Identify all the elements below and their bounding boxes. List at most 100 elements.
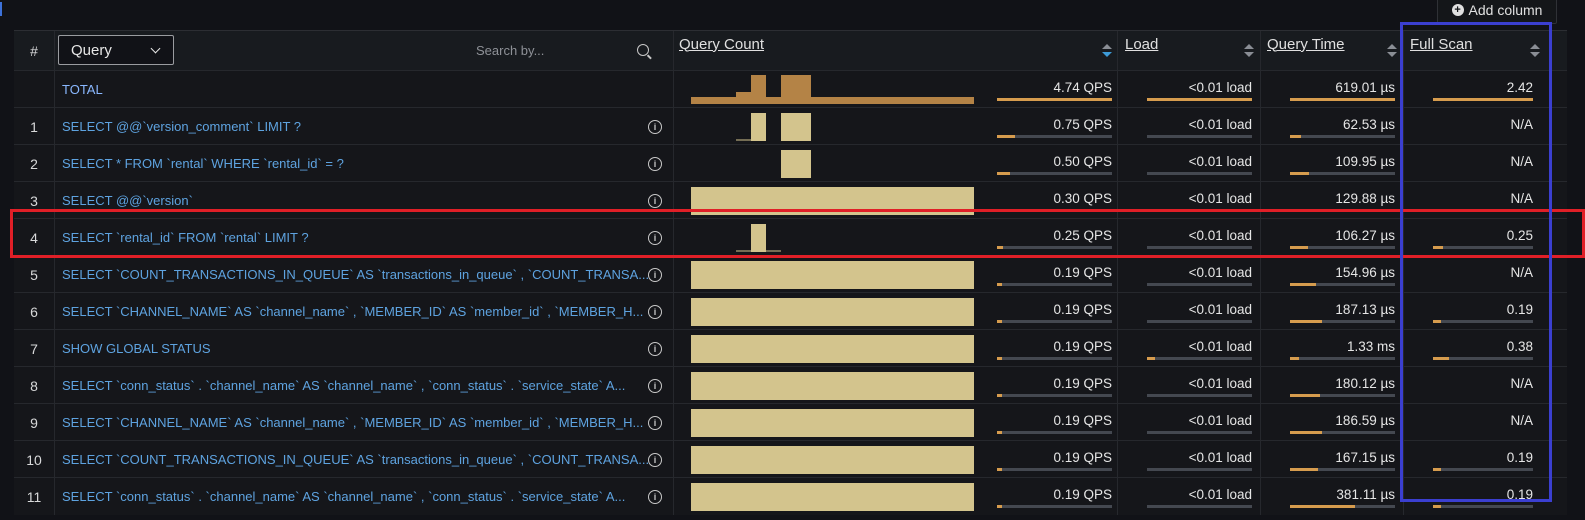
table-row[interactable]: 10 SELECT `COUNT_TRANSACTIONS_IN_QUEUE` A…: [14, 440, 1567, 478]
add-column-button[interactable]: + Add column: [1437, 0, 1557, 24]
query-count-sparkline: [736, 224, 781, 252]
info-icon[interactable]: i: [648, 156, 662, 171]
table-row[interactable]: 2 SELECT * FROM `rental` WHERE `rental_id…: [14, 144, 1567, 182]
bar-track-time: [1290, 505, 1395, 508]
query-count-sparkline: [691, 261, 974, 289]
info-icon[interactable]: i: [648, 415, 662, 430]
bar-fill-full-scan: [1433, 320, 1441, 323]
info-icon[interactable]: i: [648, 452, 662, 467]
search-input[interactable]: [474, 41, 628, 59]
value-qps: 0.75 QPS: [1053, 117, 1112, 132]
query-text-link[interactable]: SELECT `rental_id` FROM `rental` LIMIT ?: [62, 219, 662, 256]
search-field[interactable]: [474, 35, 659, 65]
sort-icon-full-scan[interactable]: [1529, 44, 1540, 58]
table-row[interactable]: 1 SELECT @@`version_comment` LIMIT ? i 0.75…: [14, 107, 1567, 145]
value-qps: 0.19 QPS: [1053, 413, 1112, 428]
table-row[interactable]: 6 SELECT `CHANNEL_NAME` AS `channel_name`…: [14, 292, 1567, 330]
query-text-link[interactable]: SELECT `COUNT_TRANSACTIONS_IN_QUEUE` AS …: [62, 441, 662, 478]
total-label[interactable]: TOTAL: [62, 71, 662, 108]
spark-bar-full: [691, 261, 974, 289]
query-text-link[interactable]: SELECT @@`version`: [62, 182, 662, 219]
info-icon[interactable]: i: [648, 304, 662, 319]
value-qps: 0.30 QPS: [1053, 191, 1112, 206]
value-full-scan: N/A: [1510, 154, 1533, 169]
table-row[interactable]: 9 SELECT `CHANNEL_NAME` AS `channel_name`…: [14, 403, 1567, 441]
bar-track-load: [1147, 505, 1252, 508]
info-icon[interactable]: i: [648, 230, 662, 245]
row-number: 9: [30, 414, 38, 431]
query-text-link[interactable]: SELECT `CHANNEL_NAME` AS `channel_name` …: [62, 293, 662, 330]
table-row[interactable]: 5 SELECT `COUNT_TRANSACTIONS_IN_QUEUE` AS…: [14, 255, 1567, 293]
bar-track-time: [1290, 431, 1395, 434]
bar-fill-time: [1290, 468, 1319, 471]
bar-fill-full-scan: [1433, 505, 1441, 508]
column-title-query-time[interactable]: Query Time: [1267, 36, 1345, 53]
bar-track-qps: [997, 320, 1112, 323]
row-number: 7: [30, 340, 38, 357]
table-row[interactable]: 8 SELECT `conn_status` . `channel_name` A…: [14, 366, 1567, 404]
search-icon[interactable]: [637, 44, 649, 56]
info-icon[interactable]: i: [648, 378, 662, 393]
bar-track-qps: [997, 505, 1112, 508]
spark-bar-full: [691, 187, 974, 215]
row-number: 6: [30, 303, 38, 320]
value-qps: 0.19 QPS: [1053, 302, 1112, 317]
bar-track-time: [1290, 246, 1395, 249]
column-title-full-scan[interactable]: Full Scan: [1410, 36, 1473, 53]
row-number: 8: [30, 377, 38, 394]
query-dimension-select[interactable]: Query: [58, 35, 174, 65]
value-load: <0.01 load: [1188, 302, 1252, 317]
bar-track-qps: [997, 394, 1112, 397]
info-icon[interactable]: i: [648, 119, 662, 134]
query-text-link[interactable]: SELECT `COUNT_TRANSACTIONS_IN_QUEUE` AS …: [62, 256, 662, 293]
bar-fill-qps: [997, 505, 1002, 508]
info-icon[interactable]: i: [648, 341, 662, 356]
value-time: 129.88 µs: [1335, 191, 1395, 206]
column-title-load[interactable]: Load: [1125, 36, 1158, 53]
query-text-link[interactable]: SELECT `conn_status` . `channel_name` AS…: [62, 478, 662, 515]
column-header-full-scan[interactable]: Full Scan: [1410, 24, 1473, 64]
spark-bar-full: [691, 298, 974, 326]
table-row[interactable]: 4 SELECT `rental_id` FROM `rental` LIMIT …: [14, 218, 1567, 256]
bar-track-time: [1290, 135, 1395, 138]
sort-icon-load[interactable]: [1243, 44, 1254, 58]
value-time: 167.15 µs: [1335, 450, 1395, 465]
query-text-link[interactable]: SELECT * FROM `rental` WHERE `rental_id`…: [62, 145, 662, 182]
table-row[interactable]: 11 SELECT `conn_status` . `channel_name` …: [14, 477, 1567, 515]
bar-track-time: [1290, 357, 1395, 360]
column-header-query-time[interactable]: Query Time: [1267, 24, 1345, 64]
bar-track-qps: [997, 468, 1112, 471]
spark-bar-full: [691, 483, 974, 511]
query-select-label: Query: [71, 41, 112, 59]
value-full-scan: N/A: [1510, 191, 1533, 206]
info-icon[interactable]: i: [648, 489, 662, 504]
bar-fill-qps: [997, 283, 1002, 286]
bar-track-load: [1147, 357, 1252, 360]
value-qps: 0.19 QPS: [1053, 487, 1112, 502]
bar-track-qps: [997, 357, 1112, 360]
value-full-scan: 2.42: [1506, 80, 1533, 95]
value-qps: 0.25 QPS: [1053, 228, 1112, 243]
column-header-query-count[interactable]: Query Count: [679, 24, 764, 64]
bar-track-load: [1147, 283, 1252, 286]
table-row[interactable]: 7 SHOW GLOBAL STATUS i 0.19 QPS <0.01 load 1.…: [14, 329, 1567, 367]
bar-track-full-scan: [1433, 246, 1533, 249]
value-time: 62.53 µs: [1342, 117, 1395, 132]
row-number: 1: [30, 118, 38, 135]
query-text-link[interactable]: SHOW GLOBAL STATUS: [62, 330, 662, 367]
query-text-link[interactable]: SELECT @@`version_comment` LIMIT ?: [62, 108, 662, 145]
info-icon[interactable]: i: [648, 267, 662, 282]
spark-bar-base: [691, 97, 974, 104]
sort-icon-query-count[interactable]: [1101, 44, 1112, 58]
column-title-query-count[interactable]: Query Count: [679, 36, 764, 53]
query-text-link[interactable]: SELECT `CHANNEL_NAME` AS `channel_name` …: [62, 404, 662, 441]
query-count-sparkline: [691, 75, 974, 104]
bar-fill-load: [1147, 357, 1156, 360]
total-row[interactable]: TOTAL 4.74 QPS <0.01 load 619.01 µs 2.42: [14, 70, 1567, 108]
add-column-label: Add column: [1468, 2, 1543, 18]
column-header-load[interactable]: Load: [1125, 24, 1158, 64]
table-row[interactable]: 3 SELECT @@`version` i 0.30 QPS <0.01 load 12…: [14, 181, 1567, 219]
sort-icon-query-time[interactable]: [1386, 44, 1397, 58]
query-text-link[interactable]: SELECT `conn_status` . `channel_name` AS…: [62, 367, 662, 404]
info-icon[interactable]: i: [648, 193, 662, 208]
